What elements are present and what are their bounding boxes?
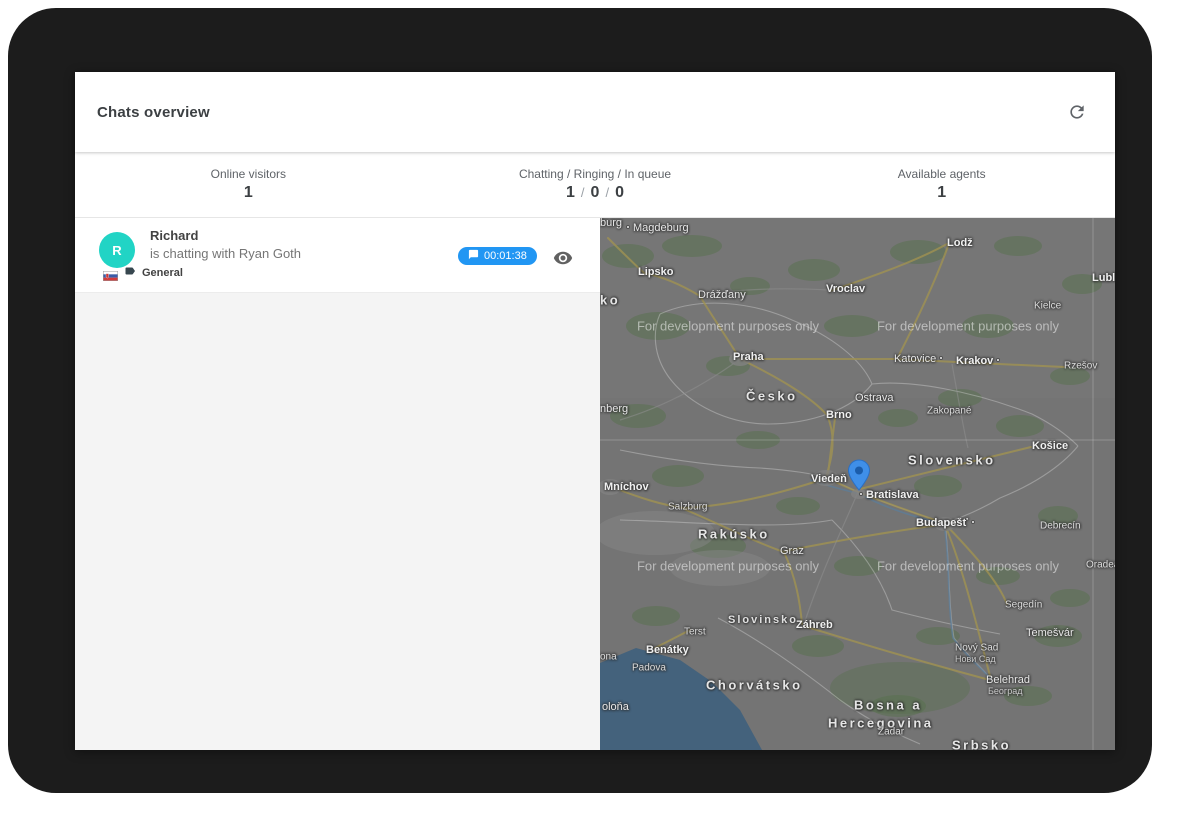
map-label: burg	[600, 218, 622, 229]
stat-value: 1	[244, 184, 253, 202]
slovakia-flag-icon	[103, 268, 118, 278]
stat-value: 1	[937, 184, 946, 202]
refresh-button[interactable]	[1065, 100, 1089, 124]
map-label: Segedín	[1005, 600, 1042, 611]
panel-header: Chats overview	[75, 72, 1115, 152]
in-queue-count: 0	[615, 184, 624, 202]
map-label: Rakúsko	[698, 527, 770, 542]
map-label: Vroclav	[826, 283, 865, 295]
map-watermark: For development purposes only	[877, 319, 1059, 334]
chats-overview-panel: Chats overview Online visitors 1 Chattin…	[75, 72, 1115, 750]
map-label: Praha	[733, 351, 764, 363]
map-label: Salzburg	[668, 502, 707, 513]
chat-item[interactable]: R Richard is chatting with Ryan Goth Gen…	[75, 218, 600, 293]
map-label: Magdeburg	[626, 222, 689, 234]
map-label: ko	[600, 293, 620, 308]
map-label: Београд	[988, 686, 1022, 696]
map-label: Lipsko	[638, 266, 673, 278]
view-chat-button[interactable]	[551, 246, 575, 270]
map-label: Lodž	[947, 237, 973, 249]
map-label: Mníchov	[604, 481, 649, 493]
stat-online-visitors: Online visitors 1	[75, 152, 422, 217]
map-label: Lublin	[1092, 272, 1115, 284]
chatting-count: 1	[566, 184, 575, 202]
map-label: Česko	[746, 389, 798, 404]
map-label: Slovinsko	[728, 614, 798, 626]
stat-separator: /	[581, 185, 585, 200]
stat-label: Available agents	[898, 167, 986, 181]
map-label: Katovice	[894, 353, 943, 365]
map-label: Budapešť	[916, 517, 975, 529]
stats-bar: Online visitors 1 Chatting / Ringing / I…	[75, 152, 1115, 218]
content-row: R Richard is chatting with Ryan Goth Gen…	[75, 218, 1115, 750]
map-labels: burg Magdeburg Lipsko Drážďany Vroclav Lodž Lu…	[600, 218, 1115, 750]
refresh-icon	[1067, 102, 1087, 122]
stat-chatting-ringing-queue: Chatting / Ringing / In queue 1 / 0 / 0	[422, 152, 769, 217]
visitors-map[interactable]: burg Magdeburg Lipsko Drážďany Vroclav Lodž Lu…	[600, 218, 1115, 750]
chat-meta: General	[103, 264, 183, 282]
map-label: Padova	[632, 663, 666, 674]
map-label: Srbsko	[952, 738, 1011, 751]
map-label: Belehrad	[986, 674, 1030, 686]
map-watermark: For development purposes only	[637, 559, 819, 574]
map-label: Ostrava	[855, 392, 894, 404]
map-label: Viedeň	[811, 473, 847, 485]
map-label: Nový Sad	[955, 643, 998, 654]
chat-list: R Richard is chatting with Ryan Goth Gen…	[75, 218, 600, 750]
page-title: Chats overview	[97, 104, 210, 121]
eye-icon	[553, 248, 573, 268]
map-label: Krakov	[956, 355, 1000, 367]
ringing-count: 0	[591, 184, 600, 202]
avatar: R	[99, 232, 135, 268]
map-label: Záhreb	[796, 619, 833, 631]
map-label: Bosna a	[854, 698, 922, 713]
chat-status: is chatting with Ryan Goth	[150, 246, 301, 261]
map-label: Zadar	[878, 727, 904, 738]
visitor-name: Richard	[150, 228, 198, 243]
timer-value: 00:01:38	[484, 250, 527, 262]
map-label: Нови Сад	[955, 654, 996, 664]
stat-label: Chatting / Ringing / In queue	[519, 167, 671, 181]
map-label: Kielce	[1034, 301, 1061, 312]
label-icon	[124, 264, 136, 282]
map-label: oloňa	[602, 701, 629, 713]
map-label: Drážďany	[698, 289, 746, 301]
map-pin-icon[interactable]	[847, 459, 871, 491]
chat-timer-badge[interactable]: 00:01:38	[458, 247, 537, 265]
map-label: Zakopané	[927, 406, 971, 417]
stat-value: 1 / 0 / 0	[566, 184, 624, 202]
map-label: Benátky	[646, 644, 689, 656]
map-label: Graz	[780, 545, 804, 557]
map-label: ona	[600, 652, 617, 663]
stat-label: Online visitors	[211, 167, 286, 181]
chat-bubble-icon	[468, 249, 479, 263]
map-label: Terst	[684, 627, 706, 638]
map-label: Debrecín	[1040, 521, 1081, 532]
map-label: nberg	[600, 403, 628, 415]
map-label: Slovensko	[908, 453, 996, 468]
map-label: Oradea	[1086, 560, 1115, 571]
stat-separator: /	[605, 185, 609, 200]
chat-group: General	[142, 267, 183, 279]
stat-available-agents: Available agents 1	[768, 152, 1115, 217]
map-watermark: For development purposes only	[877, 559, 1059, 574]
map-label: Temešvár	[1026, 627, 1074, 639]
map-label: Rzešov	[1064, 361, 1097, 372]
map-label: Brno	[826, 409, 852, 421]
map-watermark: For development purposes only	[637, 319, 819, 334]
map-label: Chorvátsko	[706, 678, 803, 693]
map-label: Košice	[1032, 440, 1068, 452]
